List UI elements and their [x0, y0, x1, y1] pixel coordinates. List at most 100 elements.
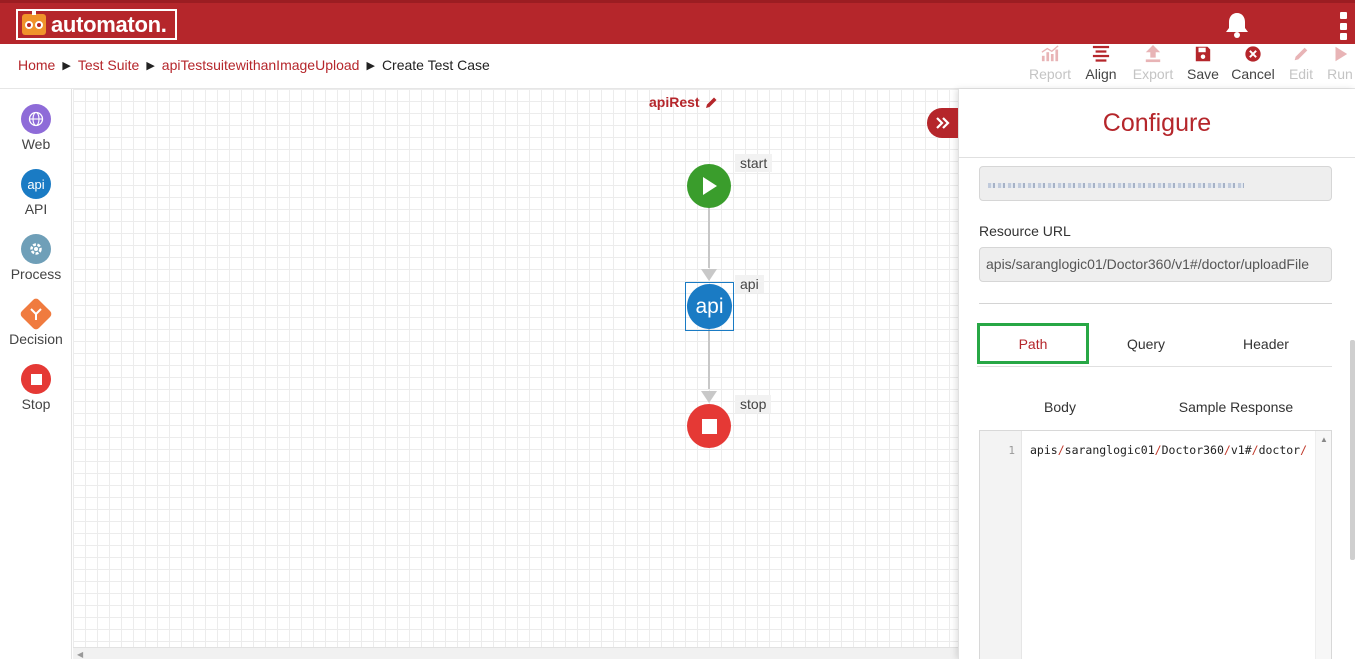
- breadcrumb: Home ▶ Test Suite ▶ apiTestsuitewithanIm…: [18, 57, 490, 73]
- redacted-base-url: [988, 183, 1244, 188]
- canvas-horizontal-scrollbar[interactable]: ◀: [73, 647, 958, 659]
- tab-query[interactable]: Query: [1089, 323, 1203, 364]
- stop-icon: [21, 364, 51, 394]
- collapse-panel-button[interactable]: [927, 108, 958, 138]
- edit-title-pencil-icon[interactable]: [705, 96, 718, 109]
- palette-item-process[interactable]: Process: [0, 234, 72, 282]
- code-segment: apis: [1030, 443, 1058, 457]
- robot-logo-icon: [22, 9, 46, 35]
- start-node-label: start: [735, 154, 773, 172]
- edit-button[interactable]: Edit: [1282, 45, 1320, 87]
- code-slash: /: [1154, 443, 1162, 457]
- scroll-up-icon[interactable]: ▲: [1320, 435, 1328, 444]
- globe-icon: [21, 104, 51, 134]
- export-upload-icon: [1145, 45, 1161, 63]
- palette-label-api: API: [24, 201, 48, 217]
- body-tabs: Body Sample Response: [979, 389, 1332, 425]
- align-label: Align: [1085, 66, 1117, 82]
- code-slash: /: [1300, 443, 1308, 457]
- align-button[interactable]: Align: [1078, 45, 1124, 87]
- logo-text: automaton.: [51, 11, 167, 37]
- palette-item-decision[interactable]: Decision: [0, 297, 72, 347]
- breadcrumb-home[interactable]: Home: [18, 57, 55, 73]
- base-url-field[interactable]: [979, 166, 1332, 201]
- scroll-left-icon[interactable]: ◀: [77, 650, 83, 659]
- double-chevron-right-icon: [935, 117, 950, 129]
- palette-item-stop[interactable]: Stop: [0, 364, 72, 412]
- configure-title: Configure: [959, 89, 1355, 158]
- stop-node[interactable]: [687, 404, 731, 448]
- editor-code-line[interactable]: apis/saranglogic01/Doctor360/v1#/doctor/: [1030, 443, 1307, 457]
- api-node-icon-text: api: [695, 294, 724, 318]
- configure-panel: Configure Resource URL apis/saranglogic0…: [958, 89, 1355, 659]
- code-slash: /: [1251, 443, 1259, 457]
- stop-square-icon: [701, 418, 717, 434]
- resource-url-label: Resource URL: [979, 223, 1071, 239]
- api-node-label: api: [735, 275, 764, 293]
- breadcrumb-current: Create Test Case: [381, 57, 490, 73]
- tab-header[interactable]: Header: [1203, 323, 1329, 364]
- flow-canvas[interactable]: apiRest start api api stop ◀: [73, 89, 958, 659]
- line-number: 1: [1008, 444, 1015, 457]
- run-button[interactable]: Run: [1320, 45, 1355, 87]
- api-node[interactable]: api: [687, 284, 732, 329]
- align-icon: [1092, 45, 1110, 62]
- palette-label-web: Web: [21, 136, 51, 152]
- top-bar: automaton.: [0, 0, 1355, 44]
- breadcrumb-bar: Home ▶ Test Suite ▶ apiTestsuitewithanIm…: [0, 44, 1355, 89]
- tab-path[interactable]: Path: [977, 323, 1089, 364]
- start-node[interactable]: [687, 164, 731, 208]
- node-palette: Web api API Process Decision Stop: [0, 89, 72, 659]
- notification-bell-icon[interactable]: [1224, 11, 1250, 39]
- run-label: Run: [1327, 66, 1353, 82]
- tab-body[interactable]: Body: [979, 389, 1141, 425]
- editor-vertical-scrollbar[interactable]: ▲: [1315, 431, 1331, 659]
- editor-gutter: 1: [980, 431, 1022, 659]
- edit-pencil-icon: [1294, 47, 1308, 61]
- toolbar: Report Align Export Save Cancel Edit Run: [1022, 45, 1355, 87]
- run-play-icon: [1335, 46, 1348, 62]
- connector-api-stop: [708, 329, 710, 389]
- api-icon: api: [21, 169, 51, 199]
- export-button[interactable]: Export: [1124, 45, 1182, 87]
- palette-item-api[interactable]: api API: [0, 169, 72, 217]
- cancel-label: Cancel: [1231, 66, 1275, 82]
- resource-url-field[interactable]: apis/saranglogic01/Doctor360/v1#/doctor/…: [979, 247, 1332, 282]
- play-icon: [703, 177, 717, 195]
- request-tabs: Path Query Header: [977, 323, 1332, 367]
- palette-label-decision: Decision: [9, 331, 63, 347]
- code-segment: saranglogic01: [1064, 443, 1155, 457]
- cancel-button[interactable]: Cancel: [1224, 45, 1282, 87]
- app-logo[interactable]: automaton.: [16, 9, 177, 40]
- palette-api-icon-text: api: [27, 176, 45, 192]
- palette-label-process: Process: [10, 266, 62, 282]
- gear-icon: [21, 234, 51, 264]
- report-label: Report: [1028, 66, 1072, 82]
- connector-arrow-icon: [701, 269, 717, 281]
- export-label: Export: [1132, 66, 1174, 82]
- path-editor[interactable]: 1 apis/saranglogic01/Doctor360/v1#/docto…: [979, 430, 1332, 659]
- code-slash: /: [1223, 443, 1231, 457]
- test-case-name: apiRest: [649, 94, 700, 110]
- code-segment: Doctor360: [1161, 443, 1224, 457]
- panel-scrollbar-thumb[interactable]: [1350, 340, 1355, 560]
- save-floppy-icon: [1195, 46, 1211, 62]
- breadcrumb-test-suite[interactable]: Test Suite: [78, 57, 139, 73]
- save-label: Save: [1187, 66, 1219, 82]
- report-chart-icon: [1041, 45, 1059, 62]
- more-menu-icon[interactable]: [1338, 12, 1348, 40]
- code-segment: doctor: [1258, 443, 1301, 457]
- tab-sample-response[interactable]: Sample Response: [1141, 389, 1331, 425]
- breadcrumb-separator-icon: ▶: [146, 59, 155, 72]
- edit-label: Edit: [1288, 66, 1314, 82]
- code-segment: v1#: [1230, 443, 1252, 457]
- stop-node-label: stop: [735, 395, 772, 413]
- save-button[interactable]: Save: [1182, 45, 1224, 87]
- decision-diamond-icon: [19, 297, 53, 331]
- palette-item-web[interactable]: Web: [0, 104, 72, 152]
- test-case-title[interactable]: apiRest: [649, 94, 718, 110]
- report-button[interactable]: Report: [1022, 45, 1078, 87]
- breadcrumb-suite-name[interactable]: apiTestsuitewithanImageUpload: [162, 57, 360, 73]
- breadcrumb-separator-icon: ▶: [366, 59, 375, 72]
- code-slash: /: [1057, 443, 1065, 457]
